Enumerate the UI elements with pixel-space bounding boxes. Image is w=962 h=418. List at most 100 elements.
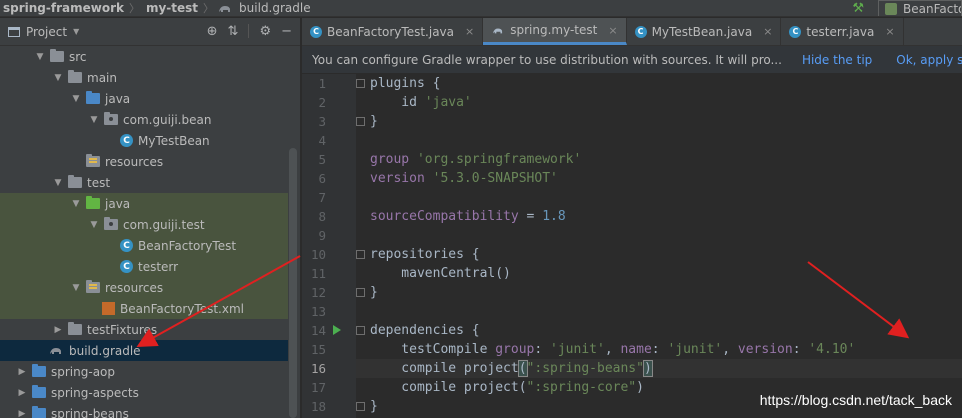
code-line[interactable]: plugins { <box>370 74 440 93</box>
tree-item[interactable]: C BeanFactoryTest <box>0 235 288 256</box>
line-number: 1 <box>318 76 326 91</box>
tree-item-label: main <box>87 70 117 85</box>
line-number: 4 <box>318 133 326 148</box>
line-number: 11 <box>310 266 326 281</box>
tree-item-label: build.gradle <box>69 343 141 358</box>
tree-item[interactable]: ▼ com.guiji.bean <box>0 109 288 130</box>
tree-item-label: resources <box>105 154 164 169</box>
code-line[interactable]: compile project(":spring-beans") <box>370 359 653 378</box>
line-number-gutter[interactable]: 1 2 3 4 5 6 7 8 9 10 11 12 13 14 15 16 17 18 <box>302 74 389 418</box>
line-number: 13 <box>310 304 326 319</box>
tree-item[interactable]: ▼ java <box>0 193 288 214</box>
editor-tab[interactable]: C MyTestBean.java × <box>627 18 782 45</box>
code-line[interactable]: compile project(":spring-core") <box>370 378 644 397</box>
expand-arrow-icon[interactable]: ▼ <box>34 52 46 62</box>
line-number: 9 <box>318 228 326 243</box>
tree-item-label: test <box>87 175 111 190</box>
code-line[interactable]: testCompile group: 'junit', name: 'junit… <box>370 340 855 359</box>
tree-item[interactable]: build.gradle <box>0 340 288 361</box>
fold-marker-icon[interactable] <box>356 79 365 88</box>
fold-marker-icon[interactable] <box>356 250 365 259</box>
collapse-arrow-icon[interactable]: ▶ <box>16 367 28 377</box>
tree-item[interactable]: resources <box>0 151 288 172</box>
editor-tab[interactable]: Ctesterr.java × <box>781 18 904 45</box>
editor-tab[interactable]: spring.my-test × <box>483 18 627 45</box>
line-number: 7 <box>318 190 326 205</box>
tree-item[interactable]: ▶ spring-aop <box>0 361 288 382</box>
tree-item-label: spring-aspects <box>51 385 139 400</box>
navigation-bar: spring-framework 〉 my-test 〉 build.gradl… <box>0 0 962 17</box>
line-number: 3 <box>318 114 326 129</box>
tree-item[interactable]: ▼ src <box>0 46 288 67</box>
tree-item[interactable]: ▼ com.guiji.test <box>0 214 288 235</box>
breadcrumb-file[interactable]: build.gradle <box>236 1 313 15</box>
tree-item[interactable]: Ctesterr <box>0 256 288 277</box>
close-icon[interactable]: × <box>608 24 617 37</box>
close-icon[interactable]: × <box>763 25 772 38</box>
code-line[interactable]: dependencies { <box>370 321 480 340</box>
project-tree-scrollbar[interactable] <box>289 148 297 418</box>
java-class-icon: C <box>634 25 647 38</box>
run-gutter-icon[interactable] <box>333 325 341 335</box>
expand-arrow-icon[interactable]: ▼ <box>70 94 82 104</box>
code-line[interactable]: id 'java' <box>370 93 471 112</box>
tab-label: MyTestBean.java <box>651 24 753 39</box>
tree-item[interactable]: BeanFactoryTest.xml <box>0 298 288 319</box>
tree-item-label: spring-beans <box>51 406 129 418</box>
code-line[interactable]: version '5.3.0-SNAPSHOT' <box>370 169 558 188</box>
editor-tabs: C BeanFactoryTest.java × spring.my-test × C My… <box>302 18 962 46</box>
project-tool-window: Project ▼ ⊕ ⇅ ⚙ − ▼ src ▼ main ▼ java ▼ com.gui… <box>0 18 300 418</box>
breadcrumb-project[interactable]: spring-framework <box>0 1 126 15</box>
code-line[interactable]: mavenCentral() <box>370 264 511 283</box>
code-line[interactable]: repositories { <box>370 245 480 264</box>
collapse-arrow-icon[interactable]: ▶ <box>52 325 64 335</box>
expand-arrow-icon[interactable]: ▼ <box>52 73 64 83</box>
collapse-arrow-icon[interactable]: ▶ <box>16 388 28 398</box>
gear-icon[interactable]: ⚙ <box>259 24 271 39</box>
build-hammer-icon[interactable]: ⚒ <box>852 1 864 16</box>
code-line[interactable]: } <box>370 112 378 131</box>
code-line[interactable]: } <box>370 397 378 416</box>
expand-arrow-icon[interactable]: ▼ <box>70 199 82 209</box>
tree-item[interactable]: ▼ java <box>0 88 288 109</box>
line-number: 17 <box>310 380 326 395</box>
line-number: 8 <box>318 209 326 224</box>
close-icon[interactable]: × <box>465 25 474 38</box>
package-icon <box>104 112 118 125</box>
tree-item[interactable]: ▼ resources <box>0 277 288 298</box>
apply-suggestion-link[interactable]: Ok, apply sugges <box>896 53 962 67</box>
fold-marker-icon[interactable] <box>356 326 365 335</box>
project-panel-title[interactable]: Project <box>26 25 67 39</box>
folder-icon <box>32 364 46 377</box>
resources-folder-icon <box>86 280 100 293</box>
expand-arrow-icon[interactable]: ▼ <box>52 178 64 188</box>
tree-item[interactable]: ▶ spring-aspects <box>0 382 288 403</box>
hide-panel-icon[interactable]: − <box>281 24 292 39</box>
tree-item[interactable]: ▼ main <box>0 67 288 88</box>
tree-item[interactable]: C MyTestBean <box>0 130 288 151</box>
editor-tab[interactable]: C BeanFactoryTest.java × <box>302 18 484 45</box>
fold-marker-icon[interactable] <box>356 288 365 297</box>
hide-tip-link[interactable]: Hide the tip <box>802 53 872 67</box>
close-icon[interactable]: × <box>885 25 894 38</box>
expand-arrow-icon[interactable]: ▼ <box>70 283 82 293</box>
locate-file-icon[interactable]: ⊕ <box>207 24 218 39</box>
tab-label: testerr.java <box>806 24 875 39</box>
code-line[interactable]: sourceCompatibility = 1.8 <box>370 207 566 226</box>
expand-arrow-icon[interactable]: ▼ <box>88 115 100 125</box>
tree-item[interactable]: ▶ spring-beans <box>0 403 288 418</box>
folder-icon <box>68 175 82 188</box>
fold-marker-icon[interactable] <box>356 117 365 126</box>
collapse-all-icon[interactable]: ⇅ <box>228 24 239 39</box>
collapse-arrow-icon[interactable]: ▶ <box>16 409 28 418</box>
code-line[interactable]: group 'org.springframework' <box>370 150 581 169</box>
run-config-label: BeanFacto <box>903 1 962 16</box>
run-configuration-dropdown[interactable]: BeanFacto <box>878 0 962 16</box>
breadcrumb-module[interactable]: my-test <box>143 1 200 15</box>
tree-item[interactable]: ▶ testFixtures <box>0 319 288 340</box>
chevron-down-icon[interactable]: ▼ <box>73 27 79 36</box>
fold-marker-icon[interactable] <box>356 402 365 411</box>
tree-item[interactable]: ▼ test <box>0 172 288 193</box>
code-line[interactable]: } <box>370 283 378 302</box>
expand-arrow-icon[interactable]: ▼ <box>88 220 100 230</box>
